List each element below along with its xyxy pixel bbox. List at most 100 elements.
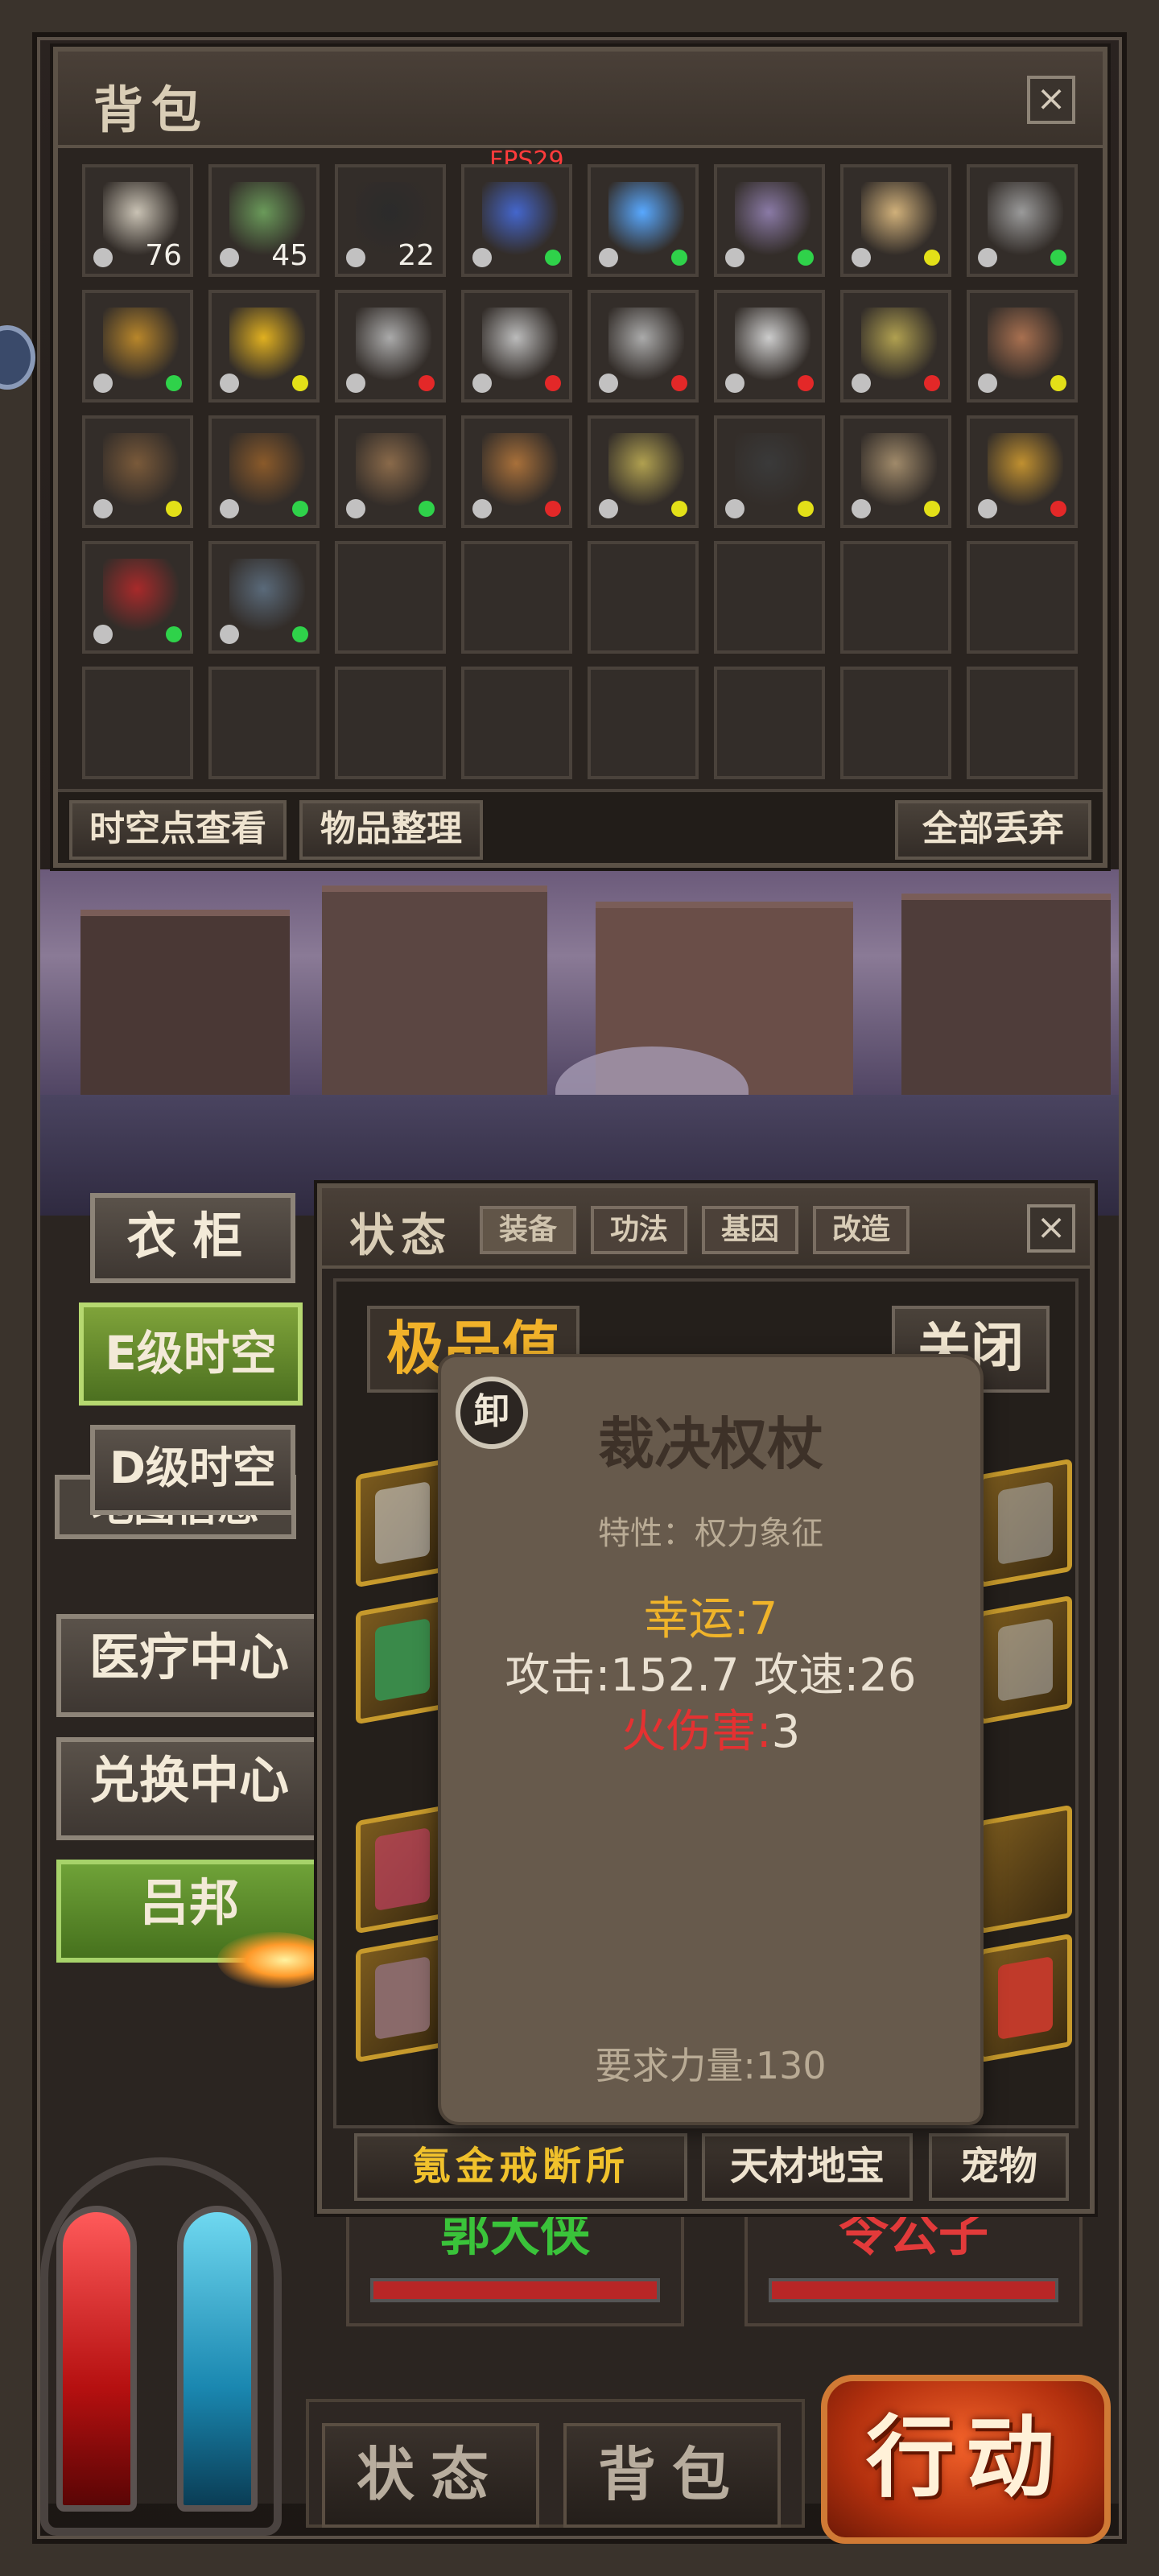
inventory-slot[interactable] [588, 164, 699, 277]
scimitar-icon [482, 308, 558, 383]
inventory-slot-empty[interactable] [840, 541, 951, 654]
discard-all-button[interactable]: 全部丢弃 [895, 800, 1091, 860]
status-close-button[interactable]: × [1027, 1204, 1075, 1253]
medical-center-button[interactable]: 医疗中心 [56, 1614, 322, 1717]
status-title: 状态 [349, 1210, 452, 1262]
inventory-slot-empty[interactable] [588, 667, 699, 779]
backpack-window: 背包 × FPS29 76 45 22 时空点查看 物品整理 全部丢弃 [53, 47, 1107, 868]
tab-skills[interactable]: 功法 [591, 1206, 687, 1254]
inventory-slot[interactable] [335, 290, 446, 402]
quality-dot-icon [292, 375, 308, 391]
bag-tab-button[interactable]: 背包 [563, 2423, 781, 2528]
inventory-slot[interactable] [714, 164, 825, 277]
inventory-slot-empty[interactable] [461, 541, 572, 654]
inventory-slot-empty[interactable] [82, 667, 193, 779]
lock-icon [472, 374, 492, 393]
inventory-slot[interactable] [714, 290, 825, 402]
forge-button[interactable]: 氪金戒断所 [354, 2133, 687, 2201]
inventory-slot[interactable] [714, 415, 825, 528]
equip-slot-charm[interactable] [979, 1933, 1072, 2063]
inventory-slot[interactable]: 22 [335, 164, 446, 277]
blue-crystal-icon [608, 182, 684, 258]
inventory-slot[interactable] [208, 415, 320, 528]
equip-slot-bracelet[interactable] [356, 1804, 449, 1934]
item-requirement: 要求力量:130 [595, 2044, 827, 2087]
d-space-button[interactable]: D级时空 [90, 1425, 295, 1515]
inventory-slot[interactable] [840, 415, 951, 528]
inventory-slot-empty[interactable] [967, 667, 1078, 779]
equip-slot-empty[interactable] [979, 1804, 1072, 1934]
exchange-center-button[interactable]: 兑换中心 [56, 1737, 322, 1840]
item-count: 45 [271, 239, 308, 272]
quality-dot-icon [166, 375, 182, 391]
action-button[interactable]: 行动 [821, 2375, 1111, 2544]
inventory-slot[interactable] [588, 290, 699, 402]
inventory-slot-empty[interactable] [714, 667, 825, 779]
inventory-slot[interactable] [82, 290, 193, 402]
tab-genes[interactable]: 基因 [702, 1206, 798, 1254]
inventory-slot[interactable]: 45 [208, 164, 320, 277]
tab-modify[interactable]: 改造 [813, 1206, 909, 1254]
ornate-scepter-icon [482, 433, 558, 509]
inventory-slot[interactable] [967, 164, 1078, 277]
item-luck: 幸运:7 [643, 1593, 778, 1645]
inventory-slot[interactable] [967, 415, 1078, 528]
e-space-button[interactable]: E级时空 [79, 1302, 303, 1406]
blade-icon [375, 1481, 430, 1565]
sort-items-button[interactable]: 物品整理 [299, 800, 483, 860]
quality-dot-icon [924, 375, 940, 391]
spacetime-view-button[interactable]: 时空点查看 [69, 800, 287, 860]
lock-icon [599, 499, 618, 518]
inventory-slot[interactable] [335, 415, 446, 528]
inventory-slot[interactable] [208, 290, 320, 402]
backpack-close-button[interactable]: × [1027, 76, 1075, 124]
player-plate[interactable]: 令公子 [744, 2206, 1083, 2326]
inventory-slot-empty[interactable] [714, 541, 825, 654]
inventory-slot[interactable] [82, 541, 193, 654]
lock-icon [220, 625, 239, 644]
inventory-slot[interactable] [588, 415, 699, 528]
inventory-slot-empty[interactable] [208, 667, 320, 779]
lock-icon [978, 248, 997, 267]
inventory-slot-empty[interactable] [588, 541, 699, 654]
equip-slot-belt[interactable] [356, 1933, 449, 2063]
long-spear-icon [356, 433, 431, 509]
lock-icon [852, 374, 871, 393]
inventory-slot[interactable] [461, 164, 572, 277]
spear-icon [988, 308, 1063, 383]
pet-button[interactable]: 宠物 [929, 2133, 1069, 2201]
equip-slot-weapon[interactable] [356, 1458, 449, 1588]
lock-icon [725, 248, 744, 267]
inventory-slot-empty[interactable] [840, 667, 951, 779]
player-plate[interactable]: 郭大侠 [346, 2206, 684, 2326]
quality-dot-icon [545, 501, 561, 517]
treasure-button[interactable]: 天材地宝 [702, 2133, 913, 2201]
inventory-slot[interactable] [840, 164, 951, 277]
inventory-slot[interactable] [461, 290, 572, 402]
inventory-slot[interactable] [208, 541, 320, 654]
status-title-bar: 状态 装备 功法 基因 改造 × [322, 1188, 1090, 1269]
boots-icon [229, 559, 305, 634]
inventory-slot[interactable] [82, 415, 193, 528]
equip-slot-armor[interactable] [356, 1595, 449, 1725]
equip-slot-offhand[interactable] [979, 1458, 1072, 1588]
inventory-slot[interactable] [840, 290, 951, 402]
inventory-slot-empty[interactable] [461, 667, 572, 779]
inventory-slot[interactable] [967, 290, 1078, 402]
steel-helmet-icon [988, 182, 1063, 258]
inventory-slot-empty[interactable] [335, 667, 446, 779]
broad-saber-icon [735, 308, 810, 383]
glaive-icon [861, 308, 937, 383]
tab-equipment[interactable]: 装备 [480, 1206, 576, 1254]
status-tab-button[interactable]: 状态 [322, 2423, 539, 2528]
backpack-title: 背包 [93, 80, 210, 139]
wardrobe-button[interactable]: 衣柜 [90, 1193, 295, 1283]
inventory-slot-empty[interactable] [335, 541, 446, 654]
equip-slot-gauntlet[interactable] [979, 1595, 1072, 1725]
inventory-slot[interactable] [461, 415, 572, 528]
inventory-slot[interactable]: 76 [82, 164, 193, 277]
lock-icon [472, 248, 492, 267]
inventory-slot-empty[interactable] [967, 541, 1078, 654]
armor-icon [375, 1618, 430, 1702]
lock-icon [93, 625, 113, 644]
